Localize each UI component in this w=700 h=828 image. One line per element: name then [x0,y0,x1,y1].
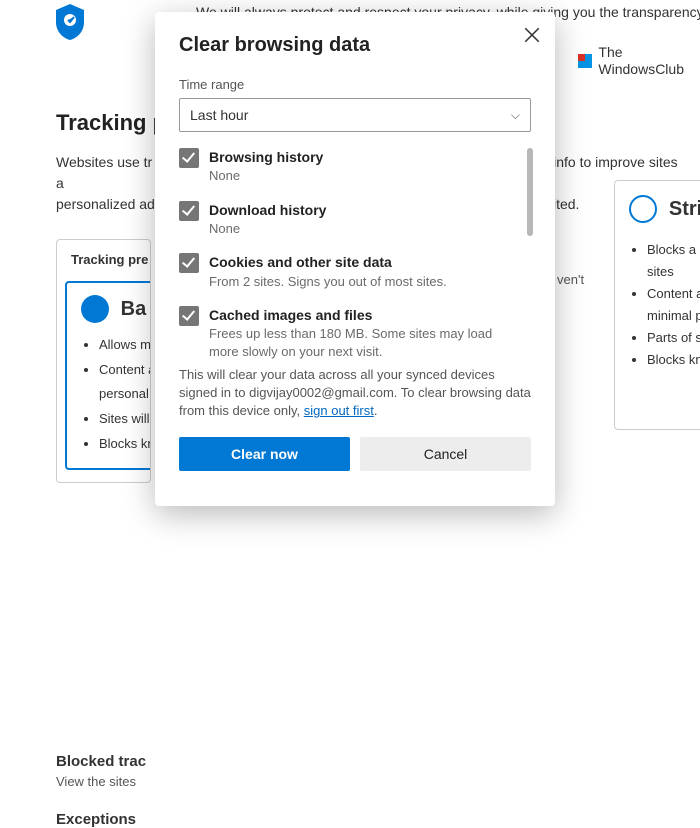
exceptions-heading: Exceptions [56,811,680,828]
balanced-card[interactable]: Ba Allows m Content a personal Sites wil… [65,281,151,470]
strict-card[interactable]: Stri Blocks a m sites Content an minimal… [614,180,700,430]
time-range-label: Time range [179,77,531,92]
time-range-select[interactable]: Last hour ⌵ [179,98,531,132]
list-item: Sites will [99,407,151,432]
sync-devices-note: This will clear your data across all you… [179,366,531,421]
tracking-pref-card: Tracking pre Ba Allows m Content a perso… [56,239,151,483]
checkbox-download-history[interactable] [179,201,199,221]
options-list: Browsing history None Download history N… [179,148,531,362]
checkbox-cookies[interactable] [179,253,199,273]
list-item: Allows m [99,333,151,358]
list-item: Content a personal [99,358,151,407]
option-browsing-history: Browsing history None [179,148,525,185]
option-sub: From 2 sites. Signs you out of most site… [209,273,525,291]
blocked-trackers-sub: View the sites [56,774,680,789]
balanced-icon [81,295,109,323]
cancel-button[interactable]: Cancel [360,437,531,471]
option-cookies: Cookies and other site data From 2 sites… [179,253,525,290]
option-sub: None [209,220,525,238]
option-sub: Frees up less than 180 MB. Some sites ma… [209,325,525,360]
checkbox-cached-images[interactable] [179,306,199,326]
card-title: Tracking pre [71,252,136,267]
clear-browsing-data-dialog: Clear browsing data Time range Last hour… [155,12,555,506]
option-sub: None [209,167,525,185]
sign-out-link[interactable]: sign out first [304,403,374,418]
list-item: Blocks kno [647,349,700,371]
option-download-history: Download history None [179,201,525,238]
list-item: Blocks kn [99,432,151,457]
windows-logo-icon [578,54,592,68]
strict-title: Stri [669,198,700,221]
option-title: Cached images and files [209,306,525,324]
card-snippet: ven't [557,272,584,287]
scrollbar-thumb[interactable] [527,148,533,236]
strict-icon [629,195,657,223]
balanced-title: Ba [121,298,147,321]
list-item: Parts of sit [647,327,700,349]
checkbox-browsing-history[interactable] [179,148,199,168]
privacy-shield-icon [50,2,90,42]
clear-now-button[interactable]: Clear now [179,437,350,471]
option-title: Cookies and other site data [209,253,525,271]
blocked-trackers-heading: Blocked trac [56,753,680,770]
option-title: Download history [209,201,525,219]
close-icon[interactable] [523,26,541,44]
list-item: Blocks a m sites [647,239,700,283]
chevron-down-icon: ⌵ [511,108,520,123]
time-range-value: Last hour [190,107,248,123]
brand-text: TheWindowsClub [598,44,684,78]
brand-logo: TheWindowsClub [578,44,684,78]
list-item: Content an minimal pe [647,283,700,327]
option-cached-images: Cached images and files Frees up less th… [179,306,525,360]
option-title: Browsing history [209,148,525,166]
dialog-title: Clear browsing data [179,34,531,57]
